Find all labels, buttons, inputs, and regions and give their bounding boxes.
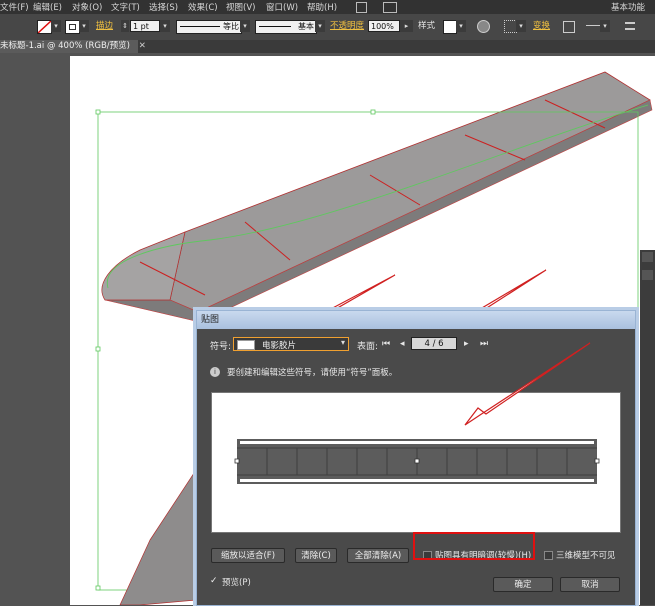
map-art-dialog: 贴图 符号: 电影胶片 ▾ 表面: ⏮ ◂ 4 / 6 ▸ ⏭ i 要创建和编辑…: [196, 310, 636, 606]
symbol-label: 符号:: [210, 342, 232, 352]
last-surface-icon[interactable]: ⏭: [480, 339, 488, 349]
annotation-highlight-box: [413, 532, 535, 560]
dialog-title[interactable]: 贴图: [197, 311, 635, 329]
symbol-select[interactable]: 电影胶片 ▾: [233, 337, 349, 351]
film-strip-preview[interactable]: [212, 393, 620, 532]
info-icon: i: [210, 367, 220, 377]
previous-surface-icon[interactable]: ◂: [400, 339, 405, 349]
panel-icon[interactable]: [642, 252, 653, 262]
film-symbol-thumbnail-icon: [237, 340, 255, 350]
surface-field[interactable]: 4 / 6: [411, 337, 457, 350]
film-strip-lower-band: [119, 468, 197, 605]
panel-icon-2[interactable]: [642, 270, 653, 280]
film-strip-curl: [101, 231, 186, 301]
surface-label: 表面:: [357, 342, 379, 352]
scale-to-fit-button[interactable]: 缩放以适合(F): [211, 548, 285, 563]
symbol-select-value: 电影胶片: [262, 341, 297, 351]
cancel-button[interactable]: 取消: [560, 577, 620, 592]
preview-label[interactable]: 预览(P): [222, 576, 251, 588]
invisible-geometry-label[interactable]: 三维模型不可见: [556, 549, 616, 561]
chevron-down-icon: ▾: [340, 338, 345, 347]
clear-all-button[interactable]: 全部清除(A): [347, 548, 409, 563]
preview-check-icon[interactable]: ✓: [210, 577, 219, 586]
clear-button[interactable]: 清除(C): [295, 548, 337, 563]
right-panel-strip: [640, 250, 655, 605]
ok-button[interactable]: 确定: [493, 577, 553, 592]
invisible-geometry-checkbox[interactable]: [544, 551, 553, 560]
info-text: 要创建和编辑这些符号，请使用“符号”面板。: [227, 368, 398, 378]
film-strip-3d-band: [169, 71, 651, 313]
next-surface-icon[interactable]: ▸: [464, 339, 469, 349]
surface-preview[interactable]: [211, 392, 621, 533]
first-surface-icon[interactable]: ⏮: [382, 339, 390, 349]
